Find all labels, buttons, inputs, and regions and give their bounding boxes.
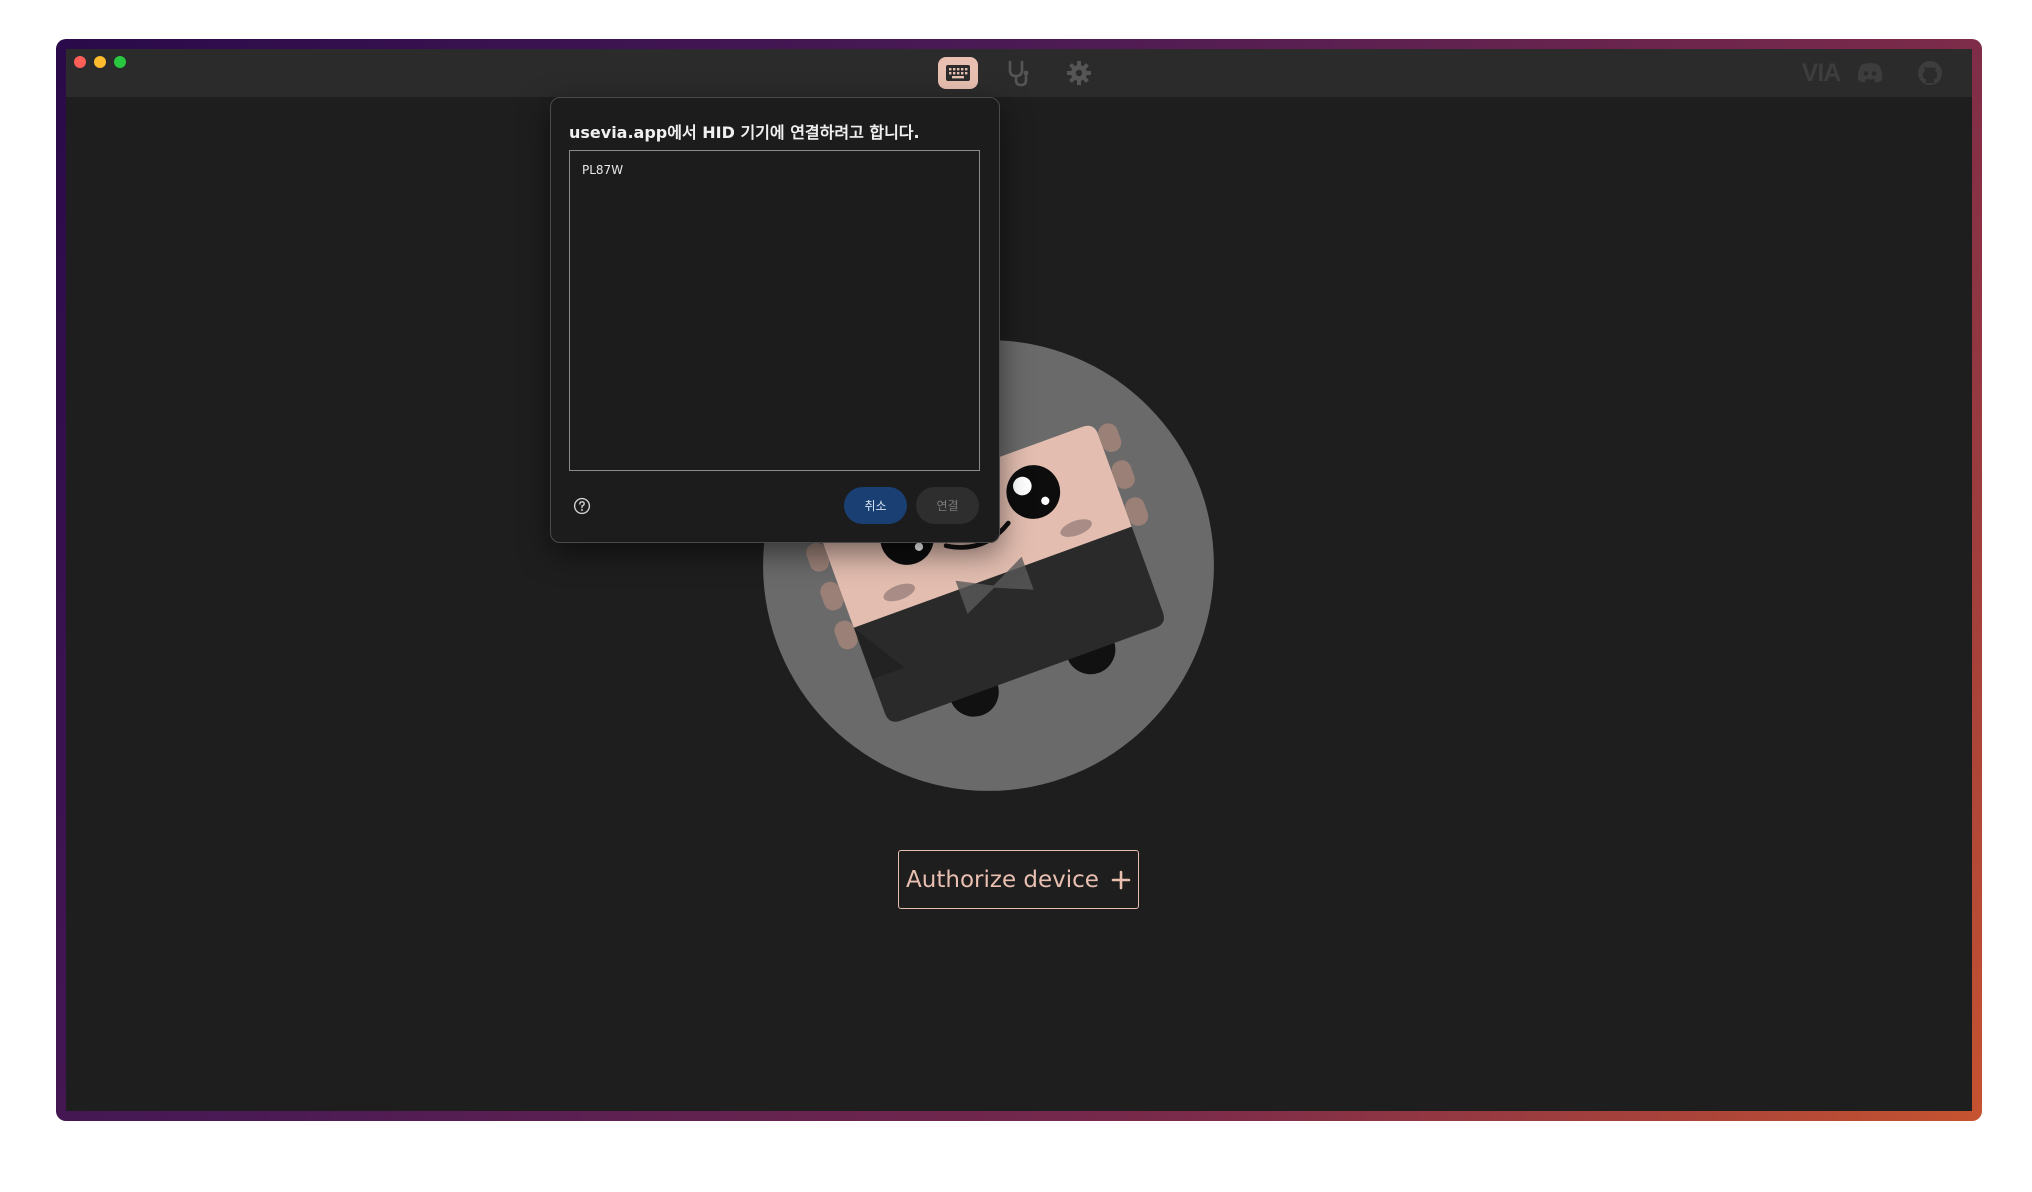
hid-permission-dialog: usevia.app에서 HID 기기에 연결하려고 합니다. PL87W 취소… — [550, 97, 1000, 543]
authorize-device-button[interactable]: Authorize device — [898, 850, 1139, 909]
nav-settings-button[interactable] — [1059, 57, 1099, 89]
github-link[interactable] — [1914, 59, 1946, 87]
dialog-title: usevia.app에서 HID 기기에 연결하려고 합니다. — [569, 123, 920, 142]
connect-button[interactable]: 연결 — [916, 487, 979, 524]
help-icon[interactable] — [573, 497, 591, 515]
github-icon — [1918, 61, 1942, 85]
window-close-button[interactable] — [74, 56, 86, 68]
window-minimize-button[interactable] — [94, 56, 106, 68]
discord-icon — [1857, 63, 1883, 83]
app-content: VIA Authorize device usevia.app에서 HID 기기… — [66, 49, 1972, 1111]
cancel-button[interactable]: 취소 — [844, 487, 907, 524]
device-item-pl87w[interactable]: PL87W — [582, 163, 623, 177]
keyboard-icon — [946, 65, 970, 81]
window-frame: VIA Authorize device usevia.app에서 HID 기기… — [56, 39, 1982, 1121]
window-maximize-button[interactable] — [114, 56, 126, 68]
gear-icon — [1067, 61, 1091, 85]
nav-test-button[interactable] — [998, 57, 1038, 89]
plus-icon — [1111, 870, 1131, 889]
authorize-device-label: Authorize device — [906, 866, 1099, 893]
titlebar: VIA — [66, 49, 1972, 97]
discord-link[interactable] — [1854, 59, 1886, 87]
device-list[interactable]: PL87W — [569, 150, 980, 471]
via-logo: VIA — [1801, 58, 1842, 87]
nav-configure-button[interactable] — [938, 57, 978, 89]
stethoscope-icon — [1008, 60, 1029, 87]
